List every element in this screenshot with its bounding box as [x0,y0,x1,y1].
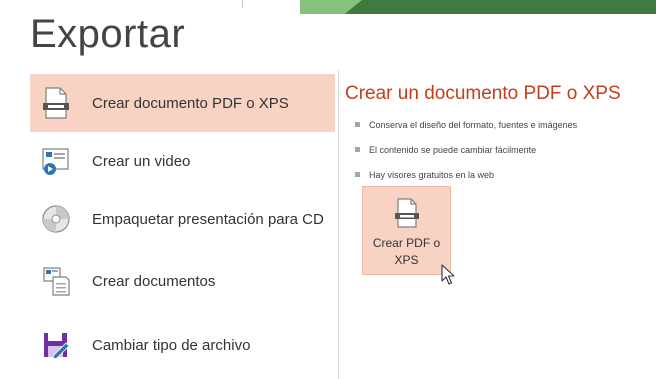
menu-item-label: Empaquetar presentación para CD [92,210,324,228]
menu-item-create-video[interactable]: Crear un video [30,132,335,190]
list-item: Conserva el diseño del formato, fuentes … [355,112,655,137]
list-item-text: Hay visores gratuitos en la web [369,169,495,180]
cd-icon [38,201,74,237]
change-file-type-icon [38,327,74,363]
handouts-icon [38,263,74,299]
divider-line [242,0,243,8]
menu-item-label: Crear documento PDF o XPS [92,94,289,112]
feature-list: Conserva el diseño del formato, fuentes … [355,112,655,187]
pdf-document-icon [393,197,421,234]
list-item: El contenido se puede cambiar fácilmente [355,137,655,162]
menu-item-create-handouts[interactable]: Crear documentos [30,252,335,310]
menu-item-package-cd[interactable]: Empaquetar presentación para CD [30,190,335,248]
menu-item-create-pdf-xps[interactable]: Crear documento PDF o XPS [30,74,335,132]
export-options-list: Crear documento PDF o XPS Crear un video [28,70,339,379]
video-icon [38,143,74,179]
section-heading: Crear un documento PDF o XPS [345,83,621,104]
list-item-text: Conserva el diseño del formato, fuentes … [369,119,578,130]
menu-item-change-file-type[interactable]: Cambiar tipo de archivo [30,316,335,374]
button-label: Crear PDF o XPS [372,236,441,267]
bullet-square-icon [355,172,360,177]
menu-item-label: Crear documentos [92,272,216,290]
page-title: Exportar [30,12,186,56]
list-item-text: El contenido se puede cambiar fácilmente [369,144,537,155]
mouse-pointer-icon [441,264,455,291]
create-pdf-xps-button[interactable]: Crear PDF o XPS [362,186,451,275]
list-item: Hay visores gratuitos en la web [355,162,655,187]
menu-item-label: Crear un video [92,152,191,170]
pdf-document-icon [38,85,74,121]
menu-item-label: Cambiar tipo de archivo [92,336,251,354]
bullet-square-icon [355,122,360,127]
bullet-square-icon [355,147,360,152]
